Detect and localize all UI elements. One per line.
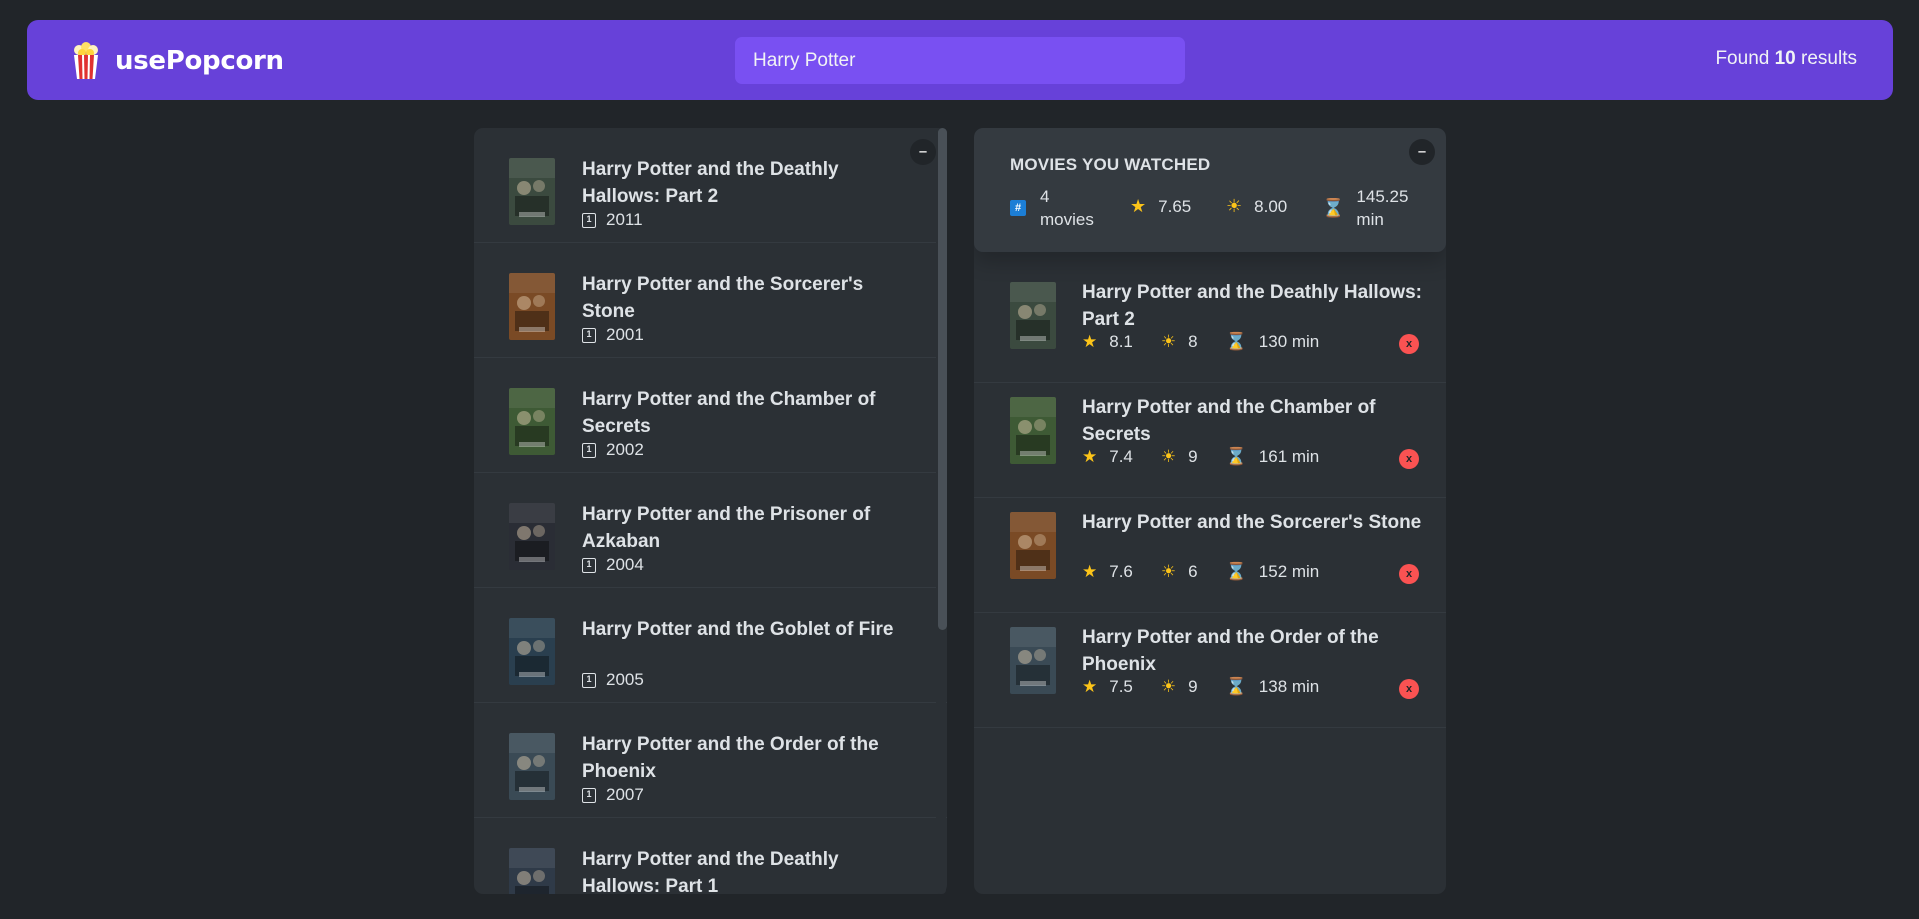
results-number: 10 (1774, 48, 1796, 69)
movie-title: Harry Potter and the Sorcerer's Stone (1082, 512, 1422, 533)
navbar: usePopcorn Found 10 results (27, 20, 1893, 100)
movie-title: Harry Potter and the Prisoner of Azkaban (582, 504, 871, 552)
list-item[interactable]: Harry Potter and the Goblet of Fire 1 2005 (474, 588, 947, 703)
movie-poster (509, 388, 555, 455)
movie-title: Harry Potter and the Deathly Hallows: Pa… (582, 849, 839, 894)
movie-title: Harry Potter and the Chamber of Secrets (1082, 397, 1376, 445)
star-icon: ★ (1082, 677, 1098, 696)
star-icon: ★ (1082, 562, 1098, 581)
movie-poster (509, 733, 555, 800)
movie-year: 1 2002 (582, 440, 644, 460)
movie-poster (509, 848, 555, 894)
delete-button[interactable]: x (1399, 564, 1419, 584)
watched-list-item: Harry Potter and the Order of the Phoeni… (974, 613, 1446, 728)
list-item[interactable]: Harry Potter and the Chamber of Secrets 1… (474, 358, 947, 473)
watched-list-item: Harry Potter and the Sorcerer's Stone ★ 7.… (974, 498, 1446, 613)
watched-list: Harry Potter and the Deathly Hallows: Pa… (974, 268, 1446, 728)
movie-list: Harry Potter and the Deathly Hallows: Pa… (474, 128, 947, 894)
sun-icon: ☀ (1160, 447, 1177, 466)
movie-title: Harry Potter and the Deathly Hallows: Pa… (582, 159, 839, 207)
movie-year: 1 2005 (582, 670, 644, 690)
movie-poster (1010, 512, 1056, 579)
movie-poster (1010, 282, 1056, 349)
star-icon: ★ (1130, 196, 1147, 216)
calendar-icon: 1 (582, 672, 596, 688)
sun-icon: ☀ (1226, 196, 1243, 216)
popcorn-icon (74, 42, 98, 79)
sun-icon: ☀ (1160, 677, 1177, 696)
collapse-button[interactable]: – (1409, 139, 1435, 165)
movie-title: Harry Potter and the Sorcerer's Stone (582, 274, 864, 322)
movie-title: Harry Potter and the Chamber of Secrets (582, 389, 876, 437)
watched-list-item: Harry Potter and the Chamber of Secrets ★… (974, 383, 1446, 498)
movie-title: Harry Potter and the Order of the Phoeni… (1082, 627, 1379, 675)
movie-year: 1 2007 (582, 785, 644, 805)
stat-runtime: ⌛ 145.25 min (1322, 187, 1409, 229)
movie-year: 1 2001 (582, 325, 644, 345)
calendar-icon: 1 (582, 787, 596, 803)
sun-icon: ☀ (1160, 332, 1177, 351)
hourglass-icon: ⌛ (1225, 447, 1247, 466)
hourglass-icon: ⌛ (1225, 332, 1247, 351)
list-item[interactable]: Harry Potter and the Sorcerer's Stone 1 20… (474, 243, 947, 358)
movie-year: 1 2004 (582, 555, 644, 575)
movie-title: Harry Potter and the Goblet of Fire (582, 619, 894, 640)
watched-summary: – MOVIES YOU WATCHED # 4 movies ★ 7.65 ☀ … (974, 128, 1446, 252)
scrollbar-thumb[interactable] (938, 128, 947, 630)
list-item[interactable]: Harry Potter and the Prisoner of Azkaban… (474, 473, 947, 588)
search-results-box: – Harry Potter and the Deathly Hallows: … (474, 128, 947, 894)
movie-poster (509, 158, 555, 225)
hourglass-icon: ⌛ (1322, 197, 1345, 218)
movie-poster (509, 618, 555, 685)
movie-poster (1010, 627, 1056, 694)
movie-poster (1010, 397, 1056, 464)
calendar-icon: 1 (582, 557, 596, 573)
calendar-icon: 1 (582, 327, 596, 343)
movie-meta: ★ 7.4 ☀ 9 ⌛ 161 min (1082, 447, 1320, 466)
movie-poster (509, 503, 555, 570)
hourglass-icon: ⌛ (1225, 677, 1247, 696)
scrollbar[interactable] (936, 128, 947, 894)
movie-meta: ★ 8.1 ☀ 8 ⌛ 130 min (1082, 332, 1320, 351)
hourglass-icon: ⌛ (1225, 562, 1247, 581)
movie-title: Harry Potter and the Deathly Hallows: Pa… (1082, 282, 1422, 330)
list-item[interactable]: Harry Potter and the Order of the Phoeni… (474, 703, 947, 818)
search-input[interactable] (735, 37, 1185, 84)
list-item[interactable]: Harry Potter and the Deathly Hallows: Pa… (474, 818, 947, 894)
star-icon: ★ (1082, 332, 1098, 351)
watched-box: – MOVIES YOU WATCHED # 4 movies ★ 7.65 ☀ … (974, 128, 1446, 894)
delete-button[interactable]: x (1399, 679, 1419, 699)
hash-icon: # (1010, 200, 1026, 216)
collapse-button[interactable]: – (910, 139, 936, 165)
stat-user-rating: ☀ 8.00 (1226, 196, 1288, 216)
list-item[interactable]: Harry Potter and the Deathly Hallows: Pa… (474, 128, 947, 243)
movie-meta: ★ 7.6 ☀ 6 ⌛ 152 min (1082, 562, 1320, 581)
summary-title: MOVIES YOU WATCHED (1010, 155, 1211, 174)
delete-button[interactable]: x (1399, 334, 1419, 354)
movie-meta: ★ 7.5 ☀ 9 ⌛ 138 min (1082, 677, 1320, 696)
movie-year: 1 2011 (582, 210, 643, 230)
delete-button[interactable]: x (1399, 449, 1419, 469)
movie-poster (509, 273, 555, 340)
sun-icon: ☀ (1160, 562, 1177, 581)
star-icon: ★ (1082, 447, 1098, 466)
stat-imdb-rating: ★ 7.65 (1130, 196, 1192, 216)
calendar-icon: 1 (582, 442, 596, 458)
stat-count: # 4 movies (1010, 185, 1094, 231)
watched-list-item: Harry Potter and the Deathly Hallows: Pa… (974, 268, 1446, 383)
logo: usePopcorn (71, 42, 284, 80)
movie-title: Harry Potter and the Order of the Phoeni… (582, 734, 879, 782)
calendar-icon: 1 (582, 212, 596, 228)
app-title: usePopcorn (115, 46, 284, 76)
results-count: Found 10 results (1715, 48, 1857, 69)
